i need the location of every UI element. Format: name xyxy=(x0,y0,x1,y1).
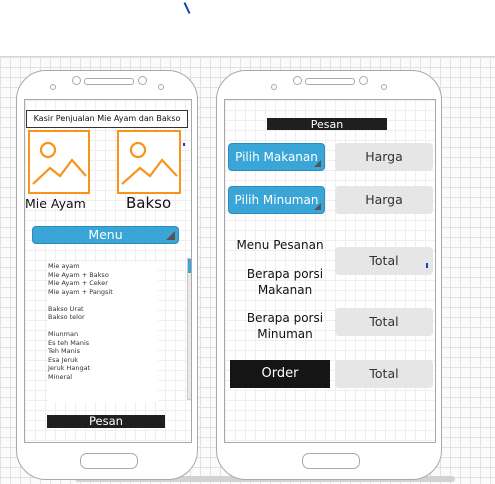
food-portion-label: Berapa porsi Makanan xyxy=(230,266,340,298)
menu-button-label: Menu xyxy=(88,227,123,242)
pesan-button[interactable]: Pesan xyxy=(47,415,165,428)
phone-home-button xyxy=(80,453,138,469)
food-price-box: Harga xyxy=(335,143,433,171)
stray-mark xyxy=(183,2,191,14)
scrollbar-thumb[interactable] xyxy=(188,259,191,273)
dropdown-corner-icon xyxy=(314,203,321,210)
food-portion-line1: Berapa porsi xyxy=(246,267,324,281)
phone-camera-2 xyxy=(138,76,147,85)
stray-dot xyxy=(183,143,185,146)
list-item[interactable]: Mineral xyxy=(48,373,158,382)
phone-sensor-2 xyxy=(271,84,277,90)
top-strip xyxy=(0,0,495,56)
menu-list-scrollbar[interactable] xyxy=(187,258,191,400)
list-item[interactable]: Teh Manis xyxy=(48,347,158,356)
list-item[interactable]: Bakso Urat xyxy=(48,305,158,314)
pick-drink-label: Pilih Minuman xyxy=(234,193,319,207)
phone-camera-2 xyxy=(359,76,368,85)
mie-ayam-image-placeholder[interactable] xyxy=(28,130,90,194)
dropdown-corner-icon xyxy=(314,160,321,167)
drink-portion-line1: Berapa porsi xyxy=(246,311,324,325)
order-header: Pesan xyxy=(267,118,387,131)
app-title: Kasir Penjualan Mie Ayam dan Bakso xyxy=(26,110,188,128)
phone-camera xyxy=(72,76,81,85)
phone-mockup-order: Pesan Pilih Makanan Harga Pilih Minuman … xyxy=(216,70,442,480)
phone-screen: Kasir Penjualan Mie Ayam dan Bakso Mie A… xyxy=(24,99,192,443)
pick-food-label: Pilih Makanan xyxy=(235,150,318,164)
bakso-label: Bakso xyxy=(126,194,172,212)
list-item[interactable]: Miunman xyxy=(48,330,158,339)
drink-portion-label: Berapa porsi Minuman xyxy=(230,310,340,342)
phone-sensor xyxy=(158,84,164,90)
phone-home-button xyxy=(302,453,360,469)
total-box-3: Total xyxy=(335,360,433,388)
phone-speaker xyxy=(84,78,134,85)
order-button[interactable]: Order xyxy=(230,360,330,388)
image-placeholder-icon xyxy=(121,141,178,185)
list-item[interactable]: Esa Jeruk xyxy=(48,356,158,365)
total-box-2: Total xyxy=(335,308,433,336)
list-item[interactable]: Jeruk Hangat xyxy=(48,364,158,373)
pick-food-button[interactable]: Pilih Makanan xyxy=(228,143,325,171)
dropdown-corner-icon xyxy=(166,231,175,240)
stray-dot xyxy=(426,263,428,268)
image-placeholder-icon xyxy=(32,141,87,185)
bakso-image-placeholder[interactable] xyxy=(117,130,181,194)
phone-sensor xyxy=(381,84,387,90)
list-item[interactable]: Mie Ayam + Bakso xyxy=(48,271,158,280)
food-portion-line2: Makanan xyxy=(257,283,313,297)
menu-list[interactable]: Mie ayam Mie Ayam + Bakso Mie Ayam + Cek… xyxy=(48,262,158,402)
list-item[interactable]: Mie ayam xyxy=(48,262,158,271)
order-menu-label: Menu Pesanan xyxy=(236,238,324,252)
list-item[interactable]: Es teh Manis xyxy=(48,339,158,348)
phone-camera xyxy=(293,76,302,85)
phone-speaker xyxy=(305,78,355,85)
drink-portion-line2: Minuman xyxy=(257,327,313,341)
pick-drink-button[interactable]: Pilih Minuman xyxy=(228,186,325,214)
list-item[interactable]: Mie Ayam + Ceker xyxy=(48,279,158,288)
list-item[interactable]: Bakso telor xyxy=(48,313,158,322)
total-box-1: Total xyxy=(335,247,433,275)
list-item[interactable]: Mie ayam + Pangsit xyxy=(48,288,158,297)
phone-mockup-menu: Kasir Penjualan Mie Ayam dan Bakso Mie A… xyxy=(16,70,198,480)
mie-ayam-label: Mie Ayam xyxy=(25,196,86,211)
phone-sensor-2 xyxy=(50,84,56,90)
phone-screen: Pesan Pilih Makanan Harga Pilih Minuman … xyxy=(224,99,436,443)
drink-price-box: Harga xyxy=(335,186,433,214)
menu-dropdown-button[interactable]: Menu xyxy=(32,226,179,244)
